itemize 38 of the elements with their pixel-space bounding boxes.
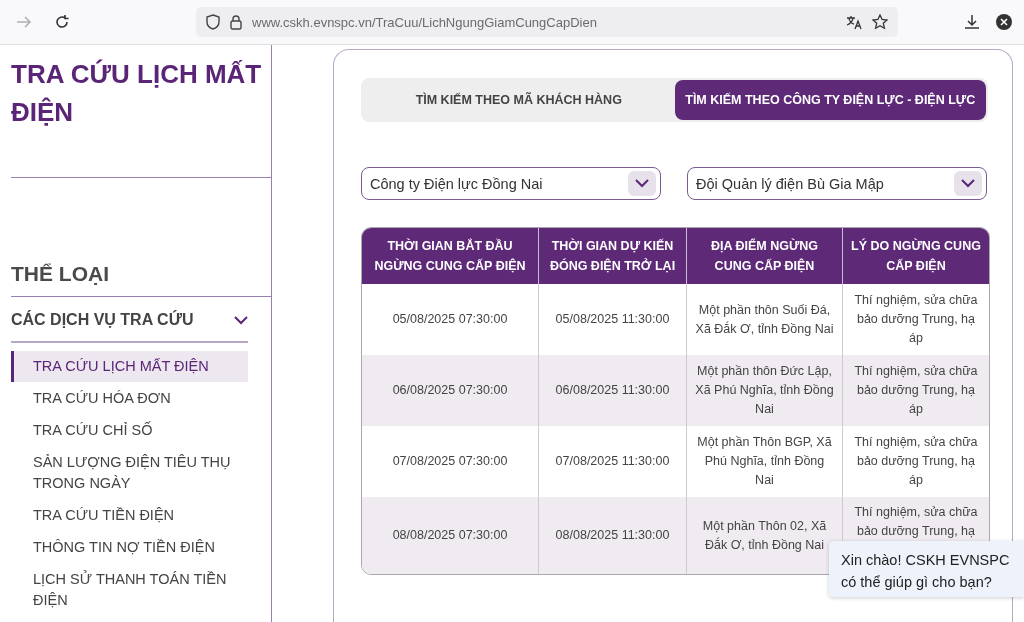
- url-text: www.cskh.evnspc.vn/TraCuu/LichNgungGiamCungCapDien: [252, 14, 598, 30]
- sidebar-item[interactable]: TRA CỨU TIỀN ĐIỆN: [11, 500, 248, 531]
- column-header: THỜI GIAN DỰ KIẾN ĐÓNG ĐIỆN TRỞ LẠI: [539, 228, 687, 284]
- chevron-down-icon: [635, 179, 649, 188]
- table-cell: 08/08/2025 11:30:00: [539, 497, 687, 574]
- dropdown[interactable]: Công ty Điện lực Đồng Nai: [361, 167, 661, 200]
- table-cell: 06/08/2025 11:30:00: [539, 355, 687, 426]
- close-icon[interactable]: [996, 14, 1012, 30]
- table-cell: Thí nghiệm, sửa chữa bảo dưỡng Trung, hạ áp: [843, 355, 989, 426]
- table-cell: 06/08/2025 07:30:00: [362, 355, 539, 426]
- column-header: THỜI GIAN BẮT ĐẦU NGỪNG CUNG CẤP ĐIỆN: [362, 228, 539, 284]
- lock-icon: [230, 14, 242, 30]
- section-title: CÁC DỊCH VỤ TRA CỨU: [11, 311, 194, 329]
- chevron-down-icon: [961, 179, 975, 188]
- sidebar-item[interactable]: LỊCH SỬ THANH TOÁN TIỀN ĐIỆN: [11, 564, 248, 616]
- dropdown[interactable]: Đội Quản lý điện Bù Gia Mập: [687, 167, 987, 200]
- search-tab[interactable]: TÌM KIẾM THEO MÃ KHÁCH HÀNG: [363, 80, 675, 120]
- translate-icon[interactable]: [846, 14, 862, 30]
- shield-icon: [206, 14, 220, 30]
- search-tab[interactable]: TÌM KIẾM THEO CÔNG TY ĐIỆN LỰC - ĐIỆN LỰC: [674, 80, 986, 120]
- page-title: TRA CỨU LỊCH MẤT ĐIỆN: [11, 58, 263, 129]
- table-cell: 08/08/2025 07:30:00: [362, 497, 539, 574]
- sidebar-item[interactable]: TRA CỨU HÓA ĐƠN: [11, 383, 248, 414]
- sidebar-item[interactable]: SẢN LƯỢNG ĐIỆN TIÊU THỤ TRONG NGÀY: [11, 447, 248, 499]
- sidebar-item[interactable]: THÔNG TIN NỢ TIỀN ĐIỆN: [11, 532, 248, 563]
- category-heading: THỂ LOẠI: [11, 262, 110, 286]
- column-header: ĐỊA ĐIỂM NGỪNG CUNG CẤP ĐIỆN: [687, 228, 843, 284]
- chat-bubble[interactable]: Xin chào! CSKH EVNSPC có thể giúp gì cho bạn?: [829, 541, 1024, 597]
- star-icon[interactable]: [872, 14, 888, 30]
- column-header: LÝ DO NGỪNG CUNG CẤP ĐIỆN: [843, 228, 989, 284]
- address-bar[interactable]: www.cskh.evnspc.vn/TraCuu/LichNgungGiamCungCapDien: [196, 7, 898, 37]
- download-icon[interactable]: [964, 14, 980, 30]
- sidebar-item[interactable]: TRA CỨU LỊCH MẤT ĐIỆN: [11, 351, 248, 382]
- sidebar-item[interactable]: TRA CỨU CHỈ SỐ: [11, 415, 248, 446]
- chevron-down-icon: [234, 315, 248, 325]
- table-cell-text: Thí nghiệm, sửa chữa bảo dưỡng Trung, hạ áp: [853, 434, 979, 489]
- table-cell: Một phần thôn Đức Lập, Xã Phú Nghĩa, tỉnh Đồng Nai: [687, 355, 843, 426]
- table-cell-text: Thí nghiệm, sửa chữa bảo dưỡng Trung, hạ áp: [853, 292, 979, 347]
